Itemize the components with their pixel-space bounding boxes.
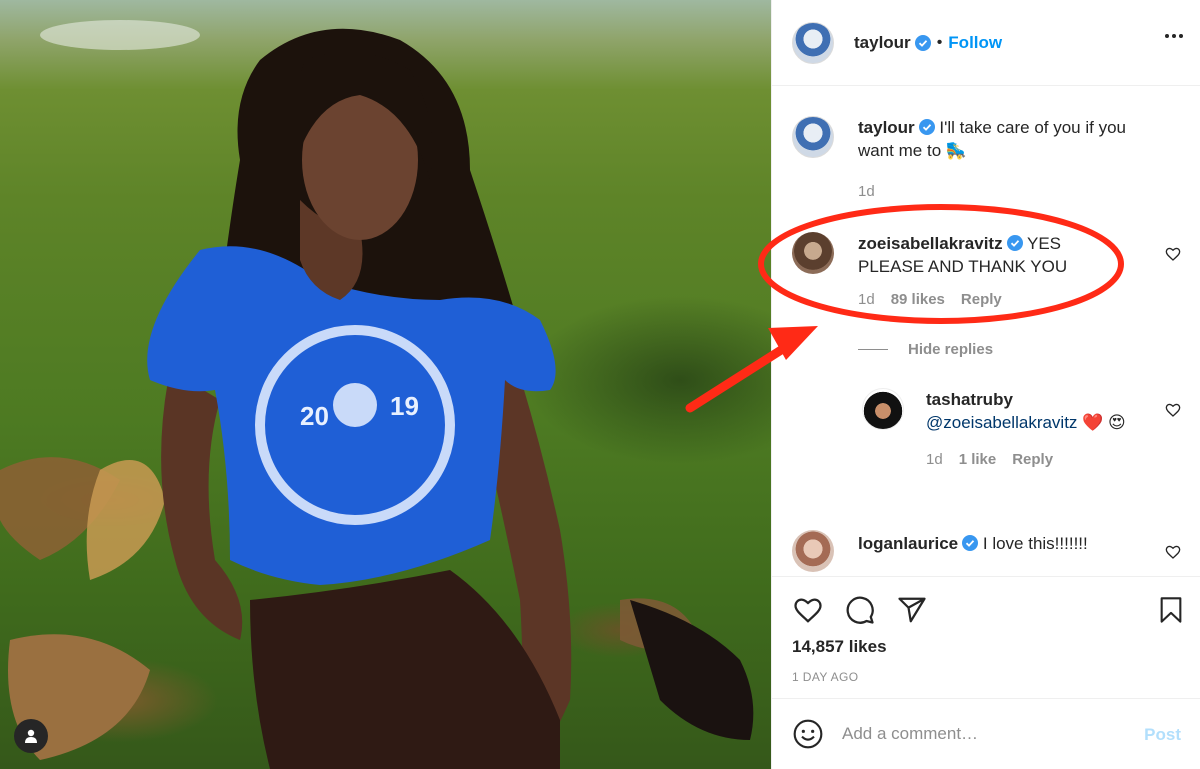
verified-badge-icon [962, 535, 979, 551]
more-options-icon[interactable] [1165, 34, 1183, 38]
caption: taylour I'll take care of you if you wan… [792, 116, 1181, 203]
avatar[interactable] [792, 116, 834, 158]
avatar[interactable] [792, 232, 834, 274]
caption-username[interactable]: taylour [858, 118, 915, 137]
post-comment-button[interactable]: Post [1144, 725, 1181, 745]
follow-button[interactable]: Follow [948, 33, 1002, 53]
reply-meta: 1d 1 like Reply [926, 448, 1131, 471]
post-header: taylour • Follow [772, 0, 1200, 86]
photo-subject: 20 19 [0, 28, 754, 769]
comment-item: loganlaurice I love this!!!!!!! [792, 530, 1181, 572]
post-actions: 14,857 likes 1 DAY AGO [772, 576, 1200, 698]
hide-replies-button[interactable]: Hide replies [858, 341, 993, 358]
heart-icon[interactable] [1165, 544, 1181, 560]
share-icon[interactable] [896, 595, 928, 625]
avatar[interactable] [792, 530, 834, 572]
reply-text: ❤️ 😍 [1082, 413, 1126, 432]
user-tag-icon [25, 729, 37, 743]
comment-meta: 1d 89 likes Reply [858, 288, 1128, 311]
comment-input[interactable] [842, 724, 1142, 744]
avatar[interactable] [862, 388, 904, 430]
comment-body: loganlaurice I love this!!!!!!! [858, 530, 1158, 572]
post-time[interactable]: 1 DAY AGO [792, 670, 859, 684]
hide-replies-label: Hide replies [908, 341, 994, 358]
post-side-panel: taylour • Follow taylour I'll take care … [771, 0, 1200, 769]
comment-body: zoeisabellakravitz YES PLEASE AND THANK … [858, 232, 1128, 311]
divider [858, 349, 888, 350]
reply-body: tashatruby @zoeisabellakravitz ❤️ 😍 1d 1… [926, 388, 1131, 471]
reply-likes[interactable]: 1 like [959, 448, 997, 471]
reply-button[interactable]: Reply [1012, 448, 1053, 471]
likes-count[interactable]: 14,857 likes [792, 637, 887, 657]
header-user: taylour • Follow [854, 33, 1002, 53]
verified-badge-icon [918, 119, 935, 135]
comment-username[interactable]: loganlaurice [858, 534, 958, 553]
comment-time[interactable]: 1d [858, 288, 875, 311]
avatar[interactable] [792, 21, 834, 64]
svg-text:20: 20 [300, 401, 329, 431]
caption-body: taylour I'll take care of you if you wan… [858, 116, 1158, 203]
comment-likes[interactable]: 89 likes [891, 288, 945, 311]
post-username[interactable]: taylour [854, 33, 911, 53]
reply-username[interactable]: tashatruby [926, 390, 1013, 409]
comment-list[interactable]: taylour I'll take care of you if you wan… [772, 86, 1200, 576]
comment-item: zoeisabellakravitz YES PLEASE AND THANK … [792, 232, 1181, 311]
verified-badge-icon [914, 34, 931, 51]
comment-text: I love this!!!!!!! [982, 534, 1088, 553]
reply-time[interactable]: 1d [926, 448, 943, 471]
action-bar [792, 595, 928, 625]
comment-composer: Post [772, 698, 1200, 769]
tagged-user-button[interactable] [14, 719, 48, 753]
emoji-icon[interactable] [792, 718, 824, 750]
comment-username[interactable]: zoeisabellakravitz [858, 234, 1003, 253]
caption-time[interactable]: 1d [858, 180, 875, 203]
heart-icon[interactable] [792, 595, 824, 625]
verified-badge-icon [1006, 235, 1023, 251]
caption-meta: 1d [858, 180, 1158, 203]
svg-text:19: 19 [390, 391, 419, 421]
reply-item: tashatruby @zoeisabellakravitz ❤️ 😍 1d 1… [862, 388, 1181, 471]
post-photo[interactable]: 20 19 [0, 0, 771, 769]
separator: • [936, 33, 943, 51]
comment-icon[interactable] [844, 595, 876, 625]
reply-button[interactable]: Reply [961, 288, 1002, 311]
bookmark-icon[interactable] [1157, 595, 1185, 625]
reply-mention[interactable]: @zoeisabellakravitz [926, 413, 1077, 432]
heart-icon[interactable] [1165, 402, 1181, 418]
heart-icon[interactable] [1165, 246, 1181, 262]
